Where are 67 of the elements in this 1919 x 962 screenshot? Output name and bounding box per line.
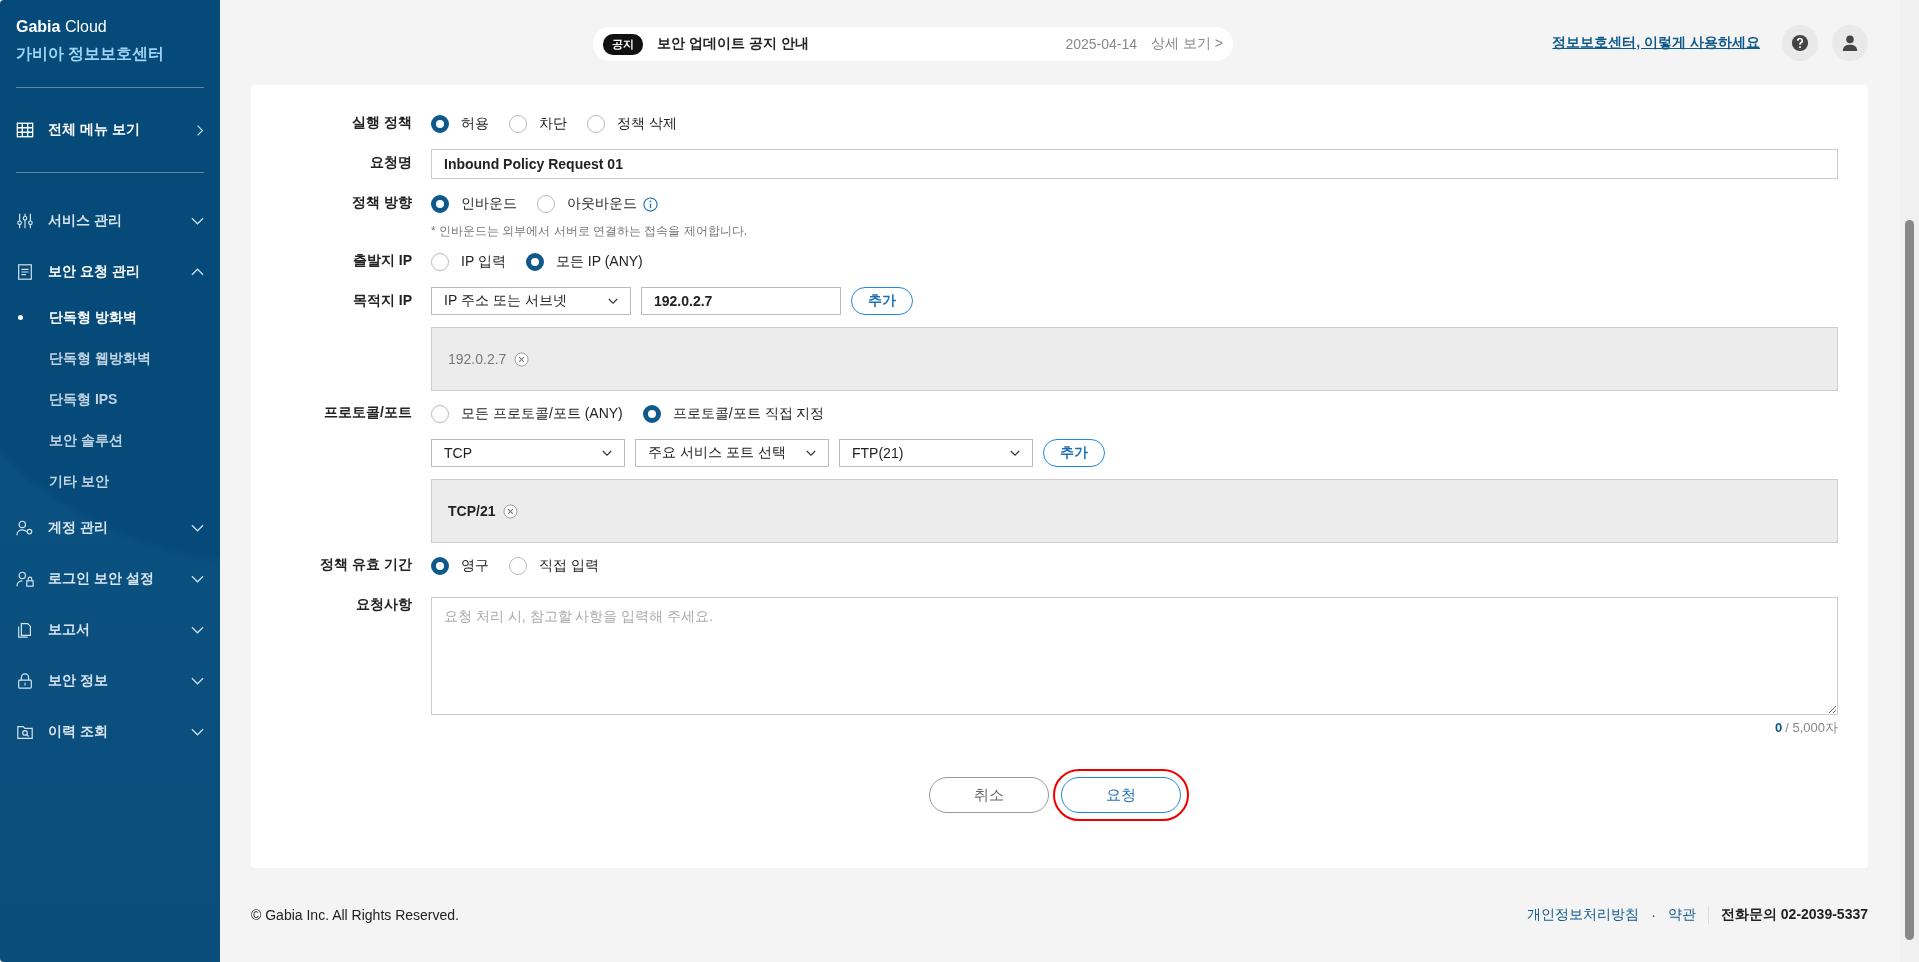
menu-item[interactable]: 보고서	[16, 604, 204, 655]
footer-link[interactable]: 약관	[1667, 906, 1696, 924]
copyright: © Gabia Inc. All Rights Reserved.	[251, 907, 459, 923]
radio-label: 직접 입력	[539, 557, 599, 575]
radio-label: 영구	[461, 557, 489, 575]
all-menu-link[interactable]: 전체 메뉴 보기	[16, 110, 204, 150]
selected-value: 192.0.2.7	[448, 351, 507, 367]
notice-title: 보안 업데이트 공지 안내	[657, 35, 810, 53]
selected-value: TCP/21	[448, 503, 496, 519]
notice-date: 2025-04-14	[1065, 36, 1138, 52]
notice-detail-link[interactable]: 상세 보기 >	[1151, 35, 1223, 53]
submenu-item[interactable]: 단독형 방화벽	[16, 297, 204, 338]
field-label: 출발지 IP	[352, 252, 412, 268]
menu-item[interactable]: 이력 조회	[16, 706, 204, 757]
field-label: 프로토콜/포트	[324, 404, 412, 420]
dropdown[interactable]: IP 주소 또는 서브넷	[431, 287, 631, 315]
submenu-item[interactable]: 보안 솔루션	[16, 420, 204, 461]
radio-label: IP 입력	[461, 253, 506, 271]
menu-label: 전체 메뉴 보기	[48, 121, 141, 139]
submenu-item[interactable]: 단독형 IPS	[16, 379, 204, 420]
menu-item[interactable]: 서비스 관리	[16, 195, 204, 246]
menu-item[interactable]: 보안 요청 관리	[16, 246, 204, 297]
menu-label: 보고서	[48, 620, 91, 639]
text-input[interactable]: Inbound Policy Request 01	[431, 149, 1838, 179]
menu-item[interactable]: 보안 정보	[16, 655, 204, 706]
help-link[interactable]: 정보보호센터, 이렇게 사용하세요	[1552, 33, 1760, 52]
footer-link[interactable]: 개인정보처리방침	[1527, 906, 1640, 924]
menu-label: 이력 조회	[48, 722, 109, 741]
menu-label: 서비스 관리	[48, 211, 123, 230]
radio-label: 모든 프로토콜/포트 (ANY)	[461, 405, 623, 423]
menu-label: 보안 정보	[48, 671, 109, 690]
submenu-item[interactable]: 기타 보안	[16, 461, 204, 502]
brand-logo: Gabia Cloud	[16, 18, 108, 36]
menu-item[interactable]: 로그인 보안 설정	[16, 553, 204, 604]
radio-label: 아웃바운드	[567, 195, 637, 213]
radio-label: 인바운드	[461, 195, 517, 213]
field-label: 요청명	[370, 154, 412, 170]
dropdown[interactable]: FTP(21)	[839, 439, 1033, 467]
menu-item[interactable]: 계정 관리	[16, 502, 204, 553]
separator-dot: ·	[1651, 907, 1656, 923]
field-label: 요청사항	[356, 596, 412, 612]
request-textarea[interactable]: 요청 처리 시, 참고할 사항을 입력해 주세요.	[431, 597, 1838, 715]
ip-input[interactable]: 192.0.2.7	[641, 287, 841, 315]
notice-badge: 공지	[603, 33, 643, 55]
field-label: 정책 유효 기간	[320, 556, 412, 572]
radio-label: 차단	[539, 115, 567, 133]
add-button[interactable]: 추가	[851, 287, 913, 315]
menu-label: 로그인 보안 설정	[48, 569, 155, 588]
field-label: 정책 방향	[352, 194, 412, 210]
dropdown[interactable]: 주요 서비스 포트 선택	[635, 439, 829, 467]
char-count: 0	[1775, 720, 1783, 735]
char-limit: / 5,000자	[1785, 720, 1838, 735]
dropdown[interactable]: TCP	[431, 439, 625, 467]
submenu-item[interactable]: 단독형 웹방화벽	[16, 338, 204, 379]
add-button[interactable]: 추가	[1043, 439, 1105, 467]
radio-label: 프로토콜/포트 직접 지정	[672, 405, 825, 423]
radio-label: 모든 IP (ANY)	[555, 253, 643, 271]
menu-label: 계정 관리	[48, 518, 109, 537]
menu-label: 보안 요청 관리	[48, 262, 141, 281]
site-title: 가비아 정보보호센터	[16, 44, 166, 64]
help-note: * 인바운드는 외부에서 서버로 연결하는 접속을 제어합니다.	[431, 223, 748, 240]
phone-number: 전화문의 02-2039-5337	[1720, 906, 1868, 924]
cancel-button[interactable]: 취소	[928, 777, 1049, 813]
radio-label: 정책 삭제	[617, 115, 677, 133]
field-label: 실행 정책	[352, 114, 412, 130]
radio-label: 허용	[461, 115, 489, 133]
field-label: 목적지 IP	[352, 292, 412, 308]
